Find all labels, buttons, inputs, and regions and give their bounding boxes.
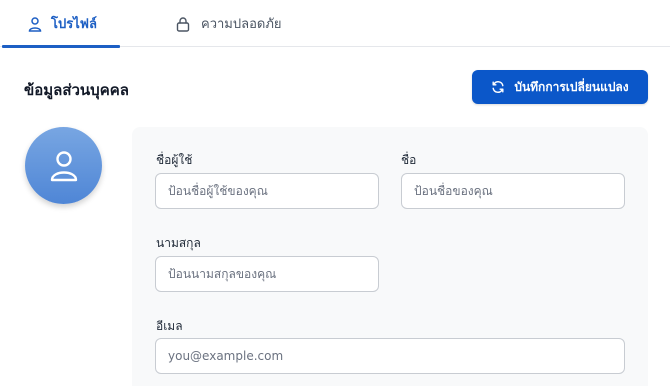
username-input[interactable] bbox=[155, 173, 379, 209]
last-name-label: นามสกุล bbox=[156, 236, 201, 250]
first-name-input[interactable] bbox=[401, 173, 625, 209]
profile-form: ชื่อผู้ใช้ ชื่อ นามสกุล อีเมล bbox=[132, 127, 648, 386]
lock-icon bbox=[175, 16, 191, 32]
refresh-icon bbox=[491, 80, 505, 94]
user-icon bbox=[27, 16, 43, 32]
email-label: อีเมล bbox=[156, 319, 183, 333]
tab-profile[interactable]: โปรไฟล์ bbox=[0, 0, 120, 48]
save-changes-label: บันทึกการเปลี่ยนแปลง bbox=[514, 79, 629, 94]
tab-bar: โปรไฟล์ ความปลอดภัย bbox=[0, 0, 670, 48]
first-name-label: ชื่อ bbox=[401, 153, 417, 167]
save-changes-button[interactable]: บันทึกการเปลี่ยนแปลง bbox=[472, 70, 648, 104]
avatar[interactable] bbox=[25, 127, 102, 204]
tab-profile-label: โปรไฟล์ bbox=[51, 17, 97, 32]
last-name-input[interactable] bbox=[155, 256, 379, 292]
username-label: ชื่อผู้ใช้ bbox=[156, 153, 193, 167]
tab-security-label: ความปลอดภัย bbox=[201, 17, 282, 32]
email-input[interactable] bbox=[155, 338, 625, 374]
user-icon bbox=[49, 150, 79, 182]
tab-security[interactable]: ความปลอดภัย bbox=[175, 0, 282, 47]
section-title: ข้อมูลส่วนบุคคล bbox=[24, 81, 129, 99]
